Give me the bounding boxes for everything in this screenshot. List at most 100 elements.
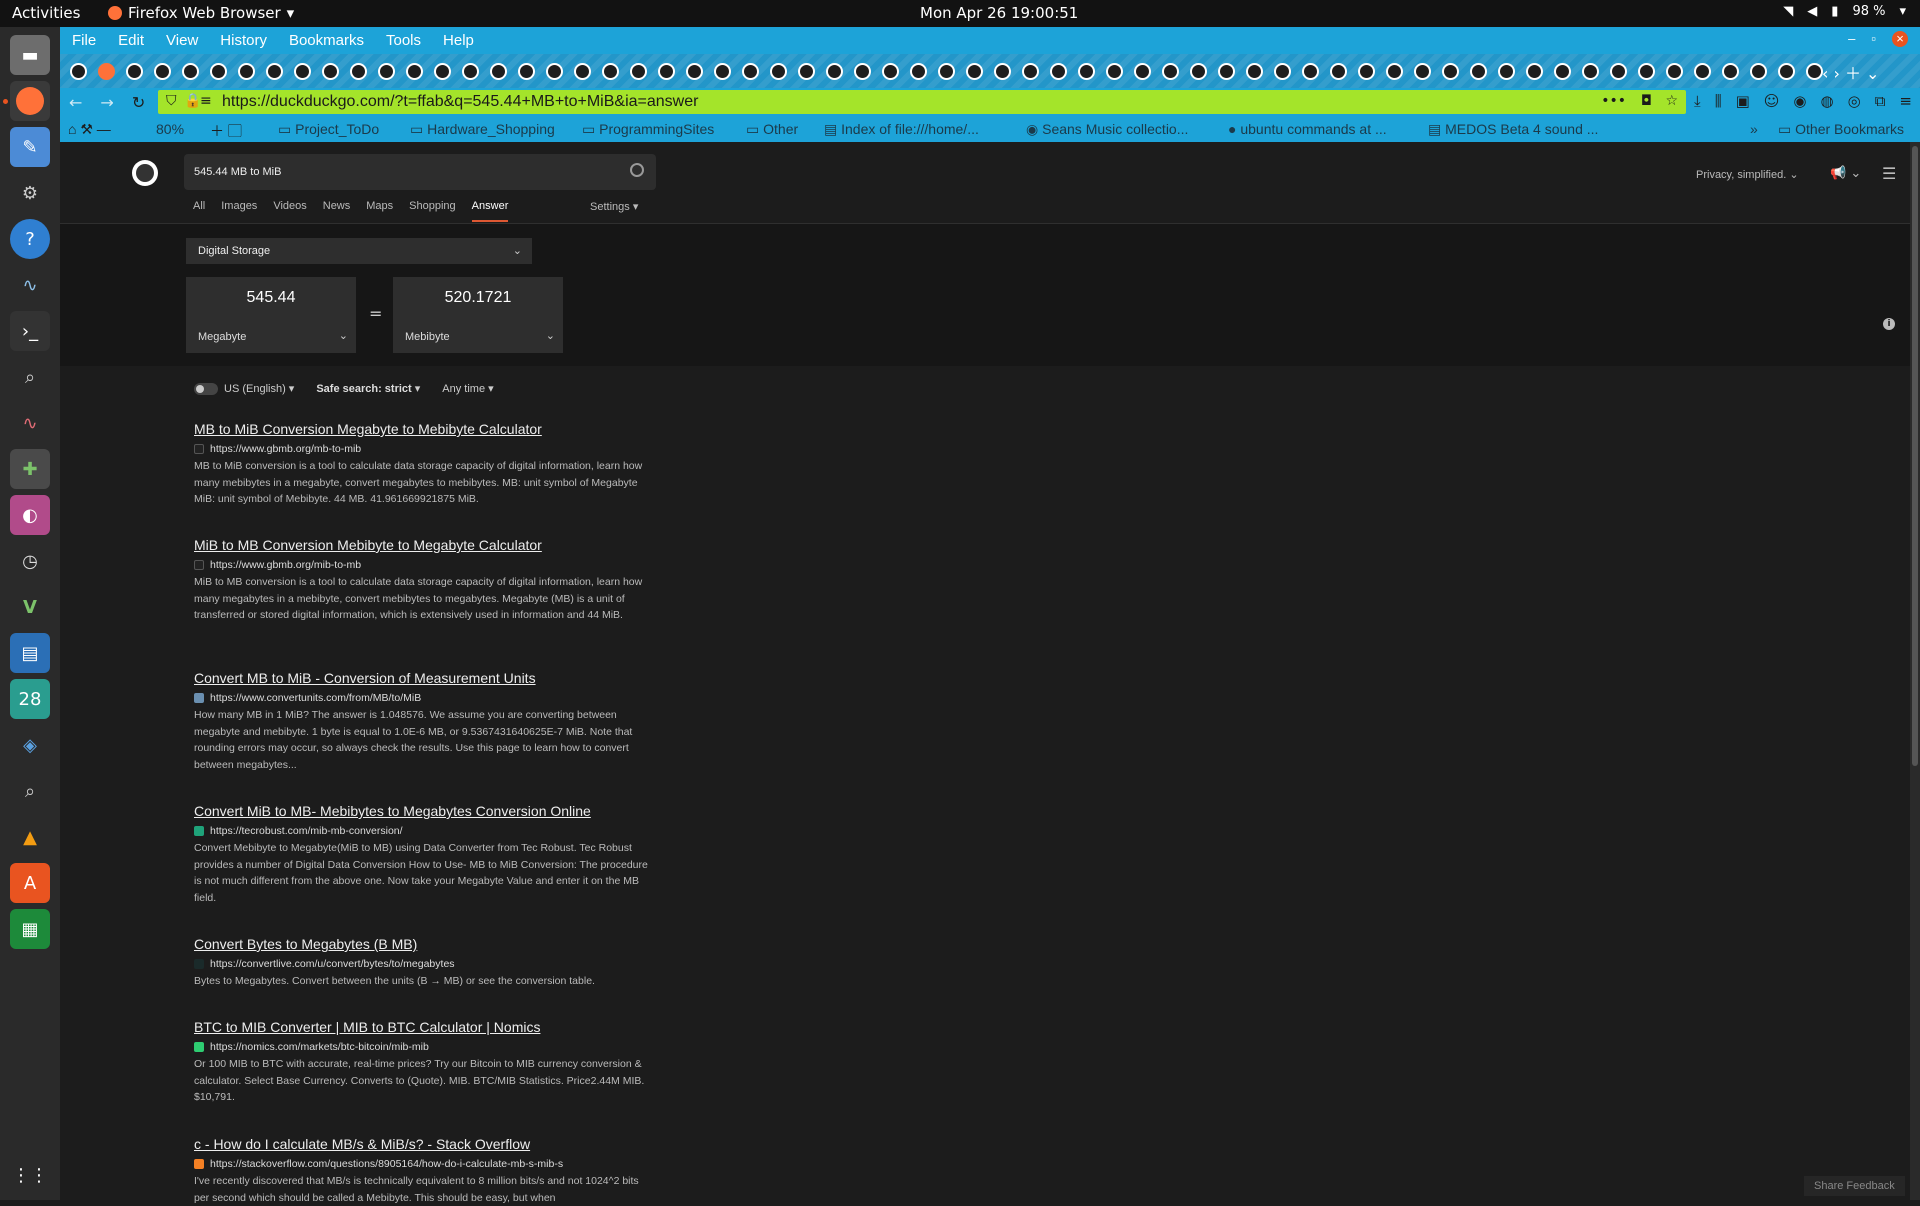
github-tab-icon[interactable] — [1022, 63, 1039, 80]
github-tab-icon[interactable] — [1358, 63, 1375, 80]
zoom-level[interactable]: 80% — [156, 121, 184, 137]
url-field[interactable]: ⛉ 🔒 ≡ https://duckduckgo.com/?t=ffab&q=5… — [158, 90, 1686, 114]
scrollbar[interactable] — [1910, 142, 1920, 1200]
github-tab-icon[interactable] — [854, 63, 871, 80]
github-tab-icon[interactable] — [1078, 63, 1095, 80]
tab-videos[interactable]: Videos — [273, 200, 306, 222]
time-filter[interactable]: Any time ▾ — [442, 382, 493, 395]
github-tab-icon[interactable] — [686, 63, 703, 80]
github-tab-icon[interactable] — [742, 63, 759, 80]
menu-view[interactable]: View — [156, 32, 208, 49]
menu-help[interactable]: Help — [433, 32, 484, 49]
scrollbar-thumb[interactable] — [1912, 146, 1918, 766]
github-tab-icon[interactable] — [938, 63, 955, 80]
toolbar-mini-icons[interactable]: ⌂ ⚒ ― — [68, 121, 111, 138]
from-value-input[interactable]: 545.44 — [186, 289, 356, 307]
github-tab-icon[interactable] — [1750, 63, 1767, 80]
region-toggle[interactable] — [194, 383, 218, 396]
zoom-controls[interactable]: ＋ ▢ — [210, 121, 242, 141]
result-url[interactable]: https://www.gbmb.org/mib-to-mb — [210, 559, 361, 571]
lock-icon[interactable]: 🔒 — [184, 93, 201, 109]
vlc-icon[interactable]: ▲ — [10, 817, 50, 857]
github-tab-icon[interactable] — [994, 63, 1011, 80]
hamburger-menu-icon[interactable]: ☰ — [1882, 164, 1896, 183]
tab-maps[interactable]: Maps — [366, 200, 393, 222]
result-url[interactable]: https://www.gbmb.org/mb-to-mib — [210, 443, 361, 455]
github-tab-icon[interactable] — [882, 63, 899, 80]
ublock-icon[interactable]: ◍ — [1821, 92, 1834, 110]
url-text[interactable]: https://duckduckgo.com/?t=ffab&q=545.44+… — [222, 93, 698, 111]
region-filter[interactable]: US (English) ▾ — [194, 382, 294, 396]
github-tab-icon[interactable] — [1806, 63, 1823, 80]
firefox-dock-icon[interactable] — [10, 81, 50, 121]
result-url[interactable]: https://nomics.com/markets/btc-bitcoin/m… — [210, 1041, 429, 1053]
safe-search-filter[interactable]: Safe search: strict ▾ — [316, 382, 420, 395]
document-icon[interactable]: ▤ — [10, 633, 50, 673]
more-bookmarks-icon[interactable]: » — [1750, 121, 1758, 137]
github-tab-icon[interactable] — [294, 63, 311, 80]
github-tab-icon[interactable] — [434, 63, 451, 80]
github-tab-icon[interactable] — [1134, 63, 1151, 80]
bookmark-hardware-shopping[interactable]: ▭ Hardware_Shopping — [410, 121, 555, 138]
search-input[interactable]: 545.44 MB to MiB — [194, 166, 281, 178]
terminal-icon[interactable]: ›_ — [10, 311, 50, 351]
github-tab-icon[interactable] — [910, 63, 927, 80]
category-select[interactable]: Digital Storage ⌄ — [186, 238, 532, 264]
github-tab-icon[interactable] — [1218, 63, 1235, 80]
github-tab-icon[interactable] — [1302, 63, 1319, 80]
settings-dropdown[interactable]: Settings ▾ — [590, 200, 638, 213]
github-tab-icon[interactable] — [70, 63, 87, 80]
github-tab-icon[interactable] — [1274, 63, 1291, 80]
settings-icon[interactable]: ⚙ — [10, 173, 50, 213]
github-tab-icon[interactable] — [210, 63, 227, 80]
reload-icon[interactable]: ↻ — [132, 93, 145, 112]
menu-edit[interactable]: Edit — [108, 32, 154, 49]
github-tab-icon[interactable] — [322, 63, 339, 80]
github-tab-icon[interactable] — [1330, 63, 1347, 80]
magnifier-icon[interactable]: ⌕ — [10, 771, 50, 811]
search-icon[interactable]: ⌕ — [10, 357, 50, 397]
github-tab-icon[interactable] — [714, 63, 731, 80]
github-tab-icon[interactable] — [826, 63, 843, 80]
result-url[interactable]: https://www.convertunits.com/from/MB/to/… — [210, 692, 421, 704]
result-title[interactable]: Convert MB to MiB - Conversion of Measur… — [194, 670, 654, 686]
bookmark-index-of-file[interactable]: ▤ Index of file:///home/... — [824, 121, 979, 138]
close-icon[interactable]: × — [1892, 31, 1908, 47]
github-tab-icon[interactable] — [1442, 63, 1459, 80]
github-tab-icon[interactable] — [1722, 63, 1739, 80]
forward-icon[interactable]: → — [100, 93, 113, 112]
virtualbox-icon[interactable]: ◈ — [10, 725, 50, 765]
github-tab-icon[interactable] — [574, 63, 591, 80]
megaphone-icon[interactable]: 📢 ⌄ — [1830, 166, 1861, 181]
from-unit-select[interactable]: Megabyte — [198, 331, 246, 343]
github-tab-icon[interactable] — [1470, 63, 1487, 80]
extension-icon[interactable]: ◉ — [1793, 92, 1806, 110]
firefox-tab-icon[interactable] — [98, 63, 115, 80]
github-tab-icon[interactable] — [1498, 63, 1515, 80]
github-tab-icon[interactable] — [966, 63, 983, 80]
github-tab-icon[interactable] — [1386, 63, 1403, 80]
tab-images[interactable]: Images — [221, 200, 257, 222]
github-tab-icon[interactable] — [1246, 63, 1263, 80]
result-url[interactable]: https://stackoverflow.com/questions/8905… — [210, 1158, 563, 1170]
result-url[interactable]: https://convertlive.com/u/convert/bytes/… — [210, 958, 455, 970]
share-feedback-button[interactable]: Share Feedback — [1804, 1176, 1905, 1196]
spreadsheet-icon[interactable]: ▦ — [10, 909, 50, 949]
vim-icon[interactable]: V — [10, 587, 50, 627]
maximize-icon[interactable]: ▫ — [1871, 31, 1876, 47]
github-tab-icon[interactable] — [350, 63, 367, 80]
github-icon[interactable]: ◎ — [1848, 92, 1861, 110]
github-tab-icon[interactable] — [490, 63, 507, 80]
bookmark-ubuntu-commands[interactable]: ● ubuntu commands at ... — [1228, 121, 1387, 137]
privacy-dropdown[interactable]: Privacy, simplified. ⌄ — [1696, 168, 1799, 181]
github-tab-icon[interactable] — [154, 63, 171, 80]
puzzle-icon[interactable]: ✚ — [10, 449, 50, 489]
bookmark-seans-music[interactable]: ◉ Seans Music collectio... — [1026, 121, 1188, 138]
tab-all[interactable]: All — [193, 200, 205, 222]
github-tab-icon[interactable] — [1526, 63, 1543, 80]
search-icon[interactable] — [630, 163, 644, 177]
menu-tools[interactable]: Tools — [376, 32, 431, 49]
activities-button[interactable]: Activities — [12, 4, 80, 22]
text-editor-icon[interactable]: ✎ — [10, 127, 50, 167]
help-icon[interactable]: ? — [10, 219, 50, 259]
